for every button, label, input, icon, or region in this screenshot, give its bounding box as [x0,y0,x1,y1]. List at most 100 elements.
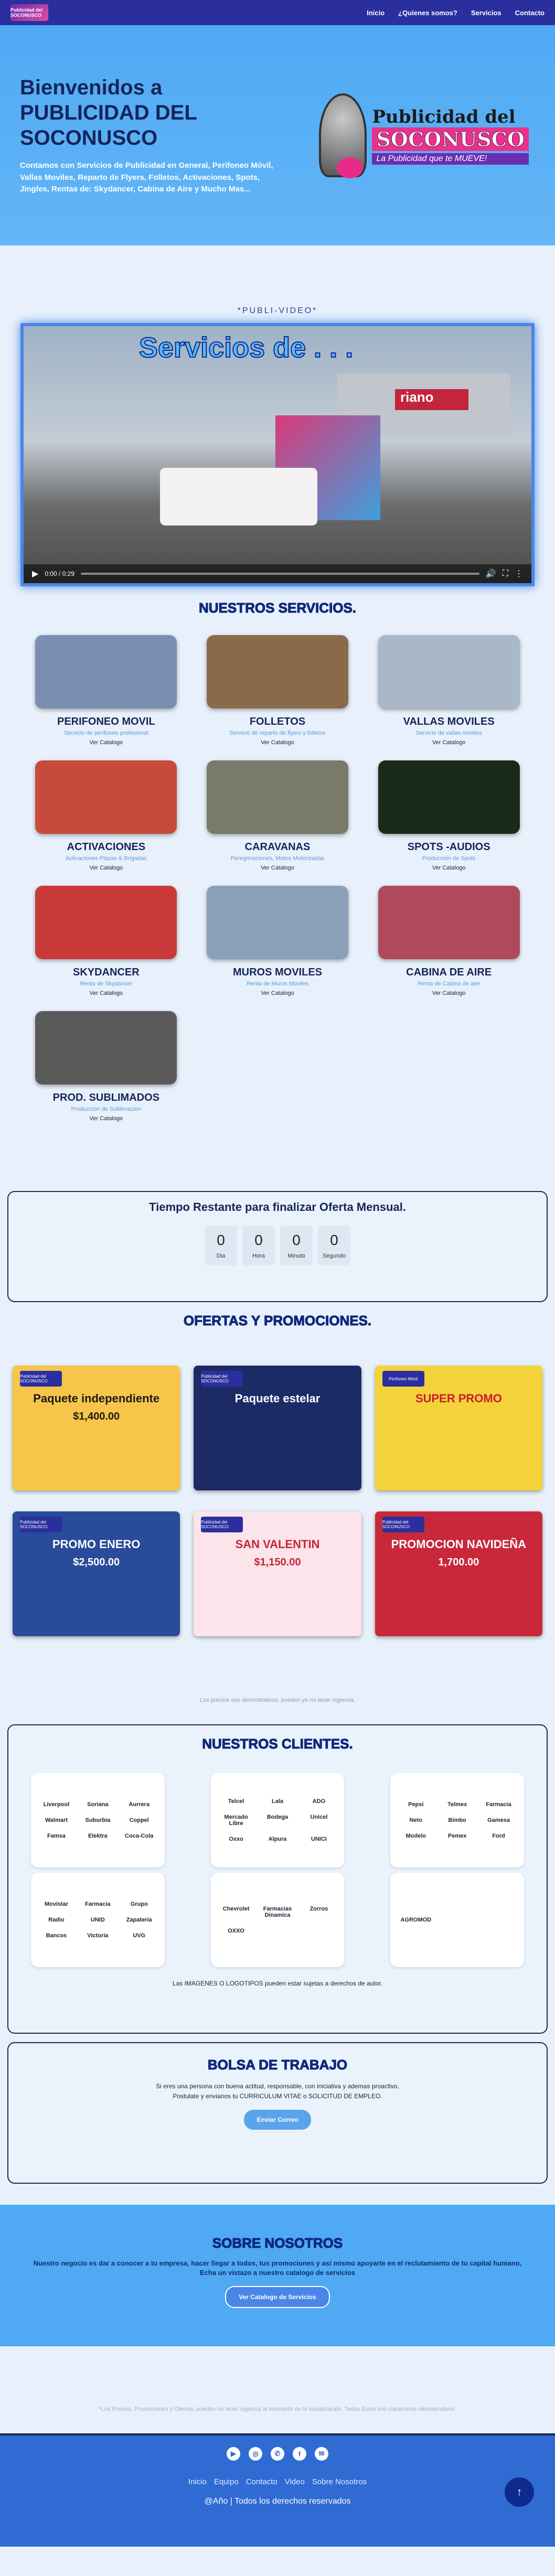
nav-link-quienes[interactable]: ¿Quienes somos? [398,9,457,17]
youtube-icon[interactable]: ▶ [227,2447,240,2461]
volume-icon[interactable]: 🔊 [486,568,496,579]
countdown-minutes: 0 Minuto [280,1226,313,1265]
email-icon[interactable]: ✉ [315,2447,328,2461]
offer-card[interactable]: Publicidad del SOCONUSCO SAN VALENTIN $1… [194,1511,361,1636]
service-desc: Produccion de Spots [422,855,476,862]
footer-link-equipo[interactable]: Equipo [214,2477,239,2486]
nav-logo[interactable]: Publicidad del SOCONUSCO [10,4,48,21]
nav-link-servicios[interactable]: Servicios [471,9,501,17]
service-image[interactable] [206,886,348,959]
offer-card[interactable]: Publicidad del SOCONUSCO PROMO ENERO $2,… [13,1511,180,1636]
brand-line-1: Publicidad del [372,106,516,127]
client-logo: Pemex [447,1833,467,1839]
client-logo: Suburbia [85,1817,111,1823]
offer-card[interactable]: Perifoneo Móvil SUPER PROMO [375,1366,542,1490]
back-to-top-button[interactable]: ↑ [505,2477,534,2507]
footer-link-video[interactable]: Video [285,2477,305,2486]
client-logo: Telcel [228,1798,244,1805]
client-logo: Ford [492,1833,505,1839]
service-desc: Servicio de reparto de flyers y folletos [229,730,326,736]
service-title: FOLLETOS [249,716,306,727]
service-image[interactable] [35,760,177,834]
hero: Bienvenidos a PUBLICIDAD DEL SOCONUSCO C… [0,25,555,245]
service-image[interactable] [35,635,177,709]
service-catalog-link[interactable]: Ver Catalogo [432,865,466,871]
service-catalog-link[interactable]: Ver Catalogo [261,739,294,746]
service-catalog-link[interactable]: Ver Catalogo [90,865,123,871]
video-caption: Servicios de . . . [138,331,354,364]
service-catalog-link[interactable]: Ver Catalogo [90,739,123,746]
client-logo: Zapateria [126,1917,152,1923]
video-progress-bar[interactable] [81,573,479,575]
client-logo: Gamesa [487,1817,510,1823]
copyright: @Año | Todos los derechos reservados [204,2497,351,2506]
offer-price: $1,150.00 [254,1557,301,1568]
offer-price: 1,700.00 [438,1557,479,1568]
client-logo: Modelo [405,1833,426,1839]
service-image[interactable] [206,635,348,709]
service-catalog-link[interactable]: Ver Catalogo [261,865,294,871]
service-catalog-link[interactable]: Ver Catalogo [432,739,466,746]
client-logo: OXXO [228,1928,244,1934]
hero-subtitle: Contamos con Servicios de Publicidad en … [20,161,273,194]
jobs-text-line-1: Si eres una persona con buena actitud, r… [156,2083,399,2090]
offer-card[interactable]: Publicidad del SOCONUSCO Paquete estelar [194,1366,361,1490]
footer-link-sobre-nosotros[interactable]: Sobre Nosotros [312,2477,367,2486]
service-image[interactable] [35,1011,177,1085]
service-image[interactable] [35,886,177,959]
brand-wordmark: Publicidad del SOCONUSCO La Publicidad q… [372,106,529,165]
whatsapp-icon[interactable]: ✆ [271,2447,284,2461]
nav-link-inicio[interactable]: Inicio [367,9,385,17]
service-card: FOLLETOS Servicio de reparto de flyers y… [192,635,364,746]
clients-grid: Liverpool Soriana Aurrera Walmart Suburbia Co… [31,1773,524,1967]
about-section: SOBRE NOSOTROS Nuestro negocio es dar a … [0,2205,555,2346]
instagram-icon[interactable]: ◎ [249,2447,262,2461]
offers-note: Los precios son demostrativos, pueden ya… [200,1697,355,1703]
hero-brand-logo: Publicidad del SOCONUSCO La Publicidad q… [319,88,529,183]
footer-link-contacto[interactable]: Contacto [246,2477,278,2486]
service-catalog-link[interactable]: Ver Catalogo [90,990,123,996]
about-title: SOBRE NOSOTROS [212,2235,343,2251]
client-logo: UNICI [311,1836,327,1842]
more-options-icon[interactable]: ⋮ [515,568,523,579]
client-logo: Farmacia [85,1901,111,1907]
offer-card[interactable]: Publicidad del SOCONUSCO Paquete indepen… [13,1366,180,1490]
service-card: PROD. SUBLIMADOS Produccion de Sublimaci… [20,1011,192,1122]
send-email-button[interactable]: Enviar Correo [244,2110,311,2130]
service-catalog-link[interactable]: Ver Catalogo [90,1115,123,1122]
social-links: ▶ ◎ ✆ f ✉ [0,2447,555,2461]
client-logo: ADO [312,1798,326,1805]
service-image[interactable] [378,886,520,959]
client-logo: Bimbo [448,1817,466,1823]
view-catalog-button[interactable]: Ver Catalogo de Servicios [225,2286,330,2309]
service-catalog-link[interactable]: Ver Catalogo [261,990,294,996]
offer-price: $2,500.00 [73,1557,120,1568]
service-image[interactable] [206,760,348,834]
jobs-title: BOLSA DE TRABAJO [207,2057,348,2073]
about-text: Nuestro negocio es dar a conocer a tu em… [33,2259,522,2277]
client-logo: Coca-Cola [125,1833,154,1839]
service-catalog-link[interactable]: Ver Catalogo [432,990,466,996]
countdown-value: 0 [330,1232,338,1248]
offer-card[interactable]: Publicidad del SOCONUSCO PROMOCION NAVID… [375,1511,542,1636]
play-icon[interactable]: ▶ [32,568,38,579]
clients-title: NUESTROS CLIENTES. [202,1736,353,1752]
client-logo: UVG [133,1933,146,1939]
client-logo: Farmacias Dinamica [263,1906,292,1918]
clients-note: Las IMAGENES O LOGOTIPOS pueden estar su… [172,1980,383,1987]
fullscreen-icon[interactable]: ⛶ [503,569,508,578]
client-logo: Neto [409,1817,422,1823]
offers-grid: Publicidad del SOCONUSCO Paquete indepen… [13,1366,542,1636]
countdown-value: 0 [254,1232,263,1248]
footer-link-inicio[interactable]: Inicio [188,2477,207,2486]
offer-title: SUPER PROMO [415,1392,502,1405]
offer-brand-tag: Publicidad del SOCONUSCO [201,1517,243,1532]
promo-video-player[interactable]: riano Servicios de . . . ▶ 0:00 / 0:29 🔊… [20,323,535,586]
client-logo: Coppel [129,1817,149,1823]
nav-link-contacto[interactable]: Contacto [515,9,545,17]
service-image[interactable] [378,635,520,709]
client-logo: Mercado Libre [224,1814,248,1827]
service-image[interactable] [378,760,520,834]
client-logo-card: Liverpool Soriana Aurrera Walmart Suburbia Co… [31,1773,165,1867]
facebook-icon[interactable]: f [293,2447,306,2461]
